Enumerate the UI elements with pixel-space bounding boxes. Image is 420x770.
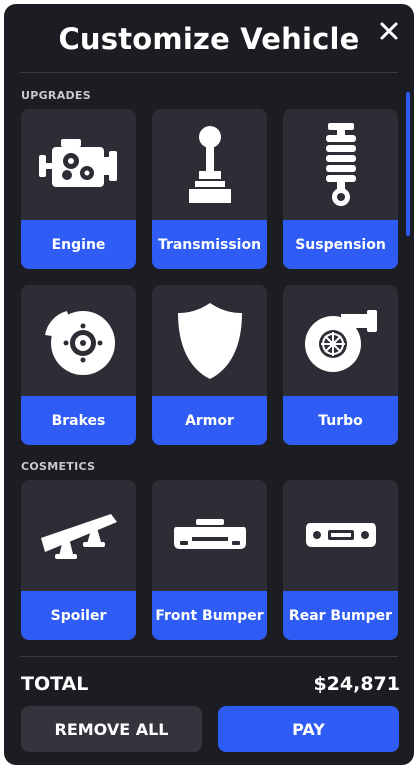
upgrade-card-suspension[interactable]: Suspension <box>283 109 398 269</box>
cosmetic-card-rear-bumper[interactable]: Rear Bumper <box>283 480 398 640</box>
card-label: Turbo <box>283 396 398 445</box>
upgrade-card-brakes[interactable]: Brakes <box>21 285 136 445</box>
upgrade-card-turbo[interactable]: Turbo <box>283 285 398 445</box>
upgrade-card-engine[interactable]: Engine <box>21 109 136 269</box>
rear-bumper-icon <box>305 522 376 547</box>
customize-vehicle-panel: Customize Vehicle UPGRADES Engine Transm… <box>4 4 414 765</box>
close-icon <box>380 22 398 40</box>
card-label: Suspension <box>283 220 398 269</box>
cosmetic-card-front-bumper[interactable]: Front Bumper <box>152 480 267 640</box>
engine-icon <box>38 138 117 187</box>
shield-icon <box>177 302 242 379</box>
card-label: Spoiler <box>21 591 136 640</box>
section-label-upgrades: UPGRADES <box>21 89 91 102</box>
total-value: $24,871 <box>313 673 400 695</box>
card-label: Transmission <box>152 220 267 269</box>
suspension-icon <box>325 122 356 206</box>
card-label: Engine <box>21 220 136 269</box>
card-label: Brakes <box>21 396 136 445</box>
scrollbar-thumb[interactable] <box>406 92 410 236</box>
section-label-cosmetics: COSMETICS <box>21 460 96 473</box>
card-label: Armor <box>152 396 267 445</box>
cosmetic-card-spoiler[interactable]: Spoiler <box>21 480 136 640</box>
remove-all-button[interactable]: REMOVE ALL <box>21 706 202 752</box>
card-label: Front Bumper <box>152 591 267 640</box>
front-bumper-icon <box>173 518 246 549</box>
spoiler-icon <box>40 513 117 559</box>
pay-button[interactable]: PAY <box>218 706 399 752</box>
panel-title: Customize Vehicle <box>58 22 360 56</box>
card-label: Rear Bumper <box>283 591 398 640</box>
upgrade-card-armor[interactable]: Armor <box>152 285 267 445</box>
close-button[interactable] <box>374 16 404 46</box>
gear-shifter-icon <box>188 125 231 203</box>
brake-disc-icon <box>44 310 115 375</box>
turbo-icon <box>304 309 377 372</box>
upgrade-card-transmission[interactable]: Transmission <box>152 109 267 269</box>
header-divider <box>20 72 398 73</box>
footer-divider <box>20 656 398 657</box>
total-label: TOTAL <box>21 673 89 695</box>
